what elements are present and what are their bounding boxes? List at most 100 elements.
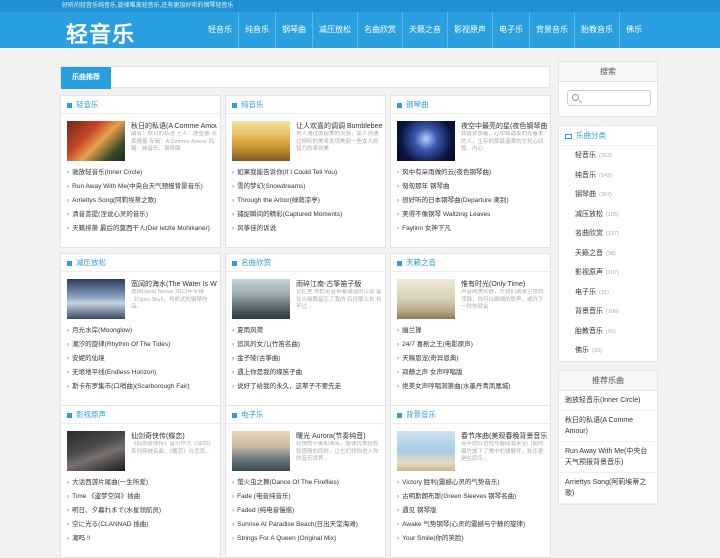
nav-item[interactable]: 轻音乐 (202, 12, 238, 48)
song-link[interactable]: 驰放轻音乐(Inner Circle) (67, 166, 217, 180)
song-link[interactable]: 天赐恩宠(奇异恩典) (397, 352, 547, 366)
card-title-text[interactable]: 轻音乐 (76, 100, 99, 109)
song-link[interactable]: 金子陵(古筝曲) (232, 352, 382, 366)
song-link[interactable]: 24/7 喜剧之王(电影原声) (397, 338, 547, 352)
card-title[interactable]: 纯音乐 (226, 96, 385, 114)
featured-thumbnail[interactable] (397, 279, 455, 319)
category-link[interactable]: 背景音乐 (106) (559, 302, 657, 322)
card-title-text[interactable]: 电子乐 (241, 410, 264, 419)
category-link[interactable]: 名曲欣赏 (137) (559, 224, 657, 244)
nav-item[interactable]: 减压放松 (312, 12, 357, 48)
featured-thumbnail[interactable] (67, 279, 125, 319)
song-link[interactable]: Faylinn 女神下凡 (397, 222, 547, 236)
card-title[interactable]: 钢琴曲 (391, 96, 550, 114)
featured-thumbnail[interactable] (67, 431, 125, 471)
card-title[interactable]: 背景音乐 (391, 406, 550, 424)
song-link[interactable]: 大话西游片尾曲(一生所爱) (67, 476, 217, 490)
featured-item[interactable]: 夜空中最亮的星(夜色钢琴曲) 我曾梦想着，心中那涌现的光着发的人，生存的那最温柔的… (397, 121, 547, 163)
song-link[interactable]: 绝美女声哼唱洞箫曲(水墨丹青凤凰城) (397, 380, 547, 394)
song-link[interactable]: 安妮的仙境 (67, 352, 217, 366)
category-name[interactable]: 轻音乐 (575, 152, 596, 159)
featured-item[interactable]: 秋日的私语(A Comme Amour) 曲名：秋日的私语 艺人：理查德·克莱德曼… (67, 121, 217, 163)
nav-item[interactable]: 名曲欣赏 (357, 12, 402, 48)
song-link[interactable]: 说好了给我的永久，这辈子不要先走 (232, 380, 382, 394)
featured-thumbnail[interactable] (67, 121, 125, 161)
category-name[interactable]: 电子乐 (575, 289, 596, 296)
song-link[interactable]: 无垠地平线(Endless Horizon) (67, 366, 217, 380)
card-title[interactable]: 电子乐 (226, 406, 385, 424)
song-link[interactable]: Strings For A Queen (Original Mix) (232, 532, 382, 546)
category-name[interactable]: 天籁之音 (575, 250, 603, 257)
featured-item[interactable]: 曙光 Aurora(节奏纯音) 轻快的节奏和清亮，旋律优美轻松和感情的同时，让它们… (232, 431, 382, 473)
category-link[interactable]: 电子乐 (31) (559, 283, 657, 303)
recommended-link[interactable]: 秋日的私语(A Comme Amour) (559, 411, 657, 442)
song-link[interactable]: 斯卡布罗集市(口哨曲)(Scarborough Fair) (67, 380, 217, 394)
card-title-text[interactable]: 减压放松 (76, 258, 106, 267)
card-title-text[interactable]: 影视原声 (76, 410, 106, 419)
card-title-text[interactable]: 纯音乐 (241, 100, 264, 109)
featured-title[interactable]: 让人欢喜的调调 Bumblebee (296, 121, 382, 131)
card-title[interactable]: 名曲欣赏 (226, 254, 385, 272)
card-title-text[interactable]: 名曲欣赏 (241, 258, 271, 267)
song-link[interactable]: Victory 胜利(震撼心灵的气势音乐) (397, 476, 547, 490)
song-link[interactable]: Arriettys Song(阿莉埃蒂之歌) (67, 194, 217, 208)
category-link[interactable]: 影视原声 (107) (559, 263, 657, 283)
category-link[interactable]: 胎教音乐 (56) (559, 322, 657, 342)
song-link[interactable]: 萤火虫之舞(Dance Of The Fireflies) (232, 476, 382, 490)
nav-item[interactable]: 影视原声 (447, 12, 492, 48)
search-input[interactable] (567, 90, 651, 106)
song-link[interactable]: Run Away With Me(中央台天气预报背景音乐) (67, 180, 217, 194)
featured-title[interactable]: 夜空中最亮的星(夜色钢琴曲) (461, 121, 547, 131)
song-link[interactable]: Awake 气势钢琴(心灵的震撼与宁静的旋律) (397, 518, 547, 532)
featured-thumbnail[interactable] (232, 279, 290, 319)
featured-item[interactable]: 让人欢喜的调调 Bumblebee 男人通过发现美的灵感，女人则通过倾听的美来发现… (232, 121, 382, 163)
nav-item[interactable]: 佛乐 (619, 12, 648, 48)
nav-item[interactable]: 背景音乐 (529, 12, 574, 48)
recommended-link[interactable]: Run Away With Me(中央台天气预报背景音乐) (559, 442, 657, 473)
featured-title[interactable]: 宽阔的海水(The Water Is Wide) (131, 279, 217, 289)
featured-item[interactable]: 仙剑奇侠传(蝶恋) 《仙剑奇侠传》音乐作为《仙剑》系列传统名曲，《蝶恋》在恋恋..… (67, 431, 217, 473)
recommended-link[interactable]: 驰放轻音乐(Inner Circle) (559, 391, 657, 411)
featured-item[interactable]: 惟有时光(Only Time) 声音纯美安静，方我们满漾尘世的浮躁，你可以细细的聆… (397, 279, 547, 321)
song-link[interactable]: 天籁排萧 最后的莫西干人(Der letzte Mohikaner) (67, 222, 217, 236)
card-title[interactable]: 减压放松 (61, 254, 220, 272)
card-title-text[interactable]: 背景音乐 (406, 410, 436, 419)
nav-item[interactable]: 胎教音乐 (574, 12, 619, 48)
featured-title[interactable]: 秋日的私语(A Comme Amour) (131, 121, 217, 131)
featured-title[interactable]: 惟有时光(Only Time) (461, 279, 547, 289)
card-title[interactable]: 天籁之音 (391, 254, 550, 272)
card-title-text[interactable]: 钢琴曲 (406, 100, 429, 109)
featured-thumbnail[interactable] (232, 121, 290, 161)
song-link[interactable]: 追风的女儿(竹笛名曲) (232, 338, 382, 352)
nav-item[interactable]: 电子乐 (492, 12, 529, 48)
site-logo[interactable]: 轻音乐 (66, 17, 135, 49)
song-link[interactable]: 潮汐的旋律(Rhythm Of The Tides) (67, 338, 217, 352)
nav-item[interactable]: 天籁之音 (402, 12, 447, 48)
song-link[interactable]: 遇见 钢琴版 (397, 504, 547, 518)
recommended-link[interactable]: Arriettys Song(阿莉埃蒂之歌) (559, 473, 657, 504)
song-link[interactable]: 雪的梦幻(Snowdreams) (232, 180, 382, 194)
song-link[interactable]: 遇上你是我的缘笛子曲 (232, 366, 382, 380)
category-link[interactable]: 钢琴曲 (267) (559, 185, 657, 205)
featured-title[interactable]: 春节序曲(美观春晚背景音乐) (461, 431, 547, 441)
featured-item[interactable]: 雨碎江南-古筝笛子版 记忆里 你的足音带着潮湿的江南 留住义缘飘留忘了我的 石径那… (232, 279, 382, 321)
category-link[interactable]: 减压放松 (105) (559, 205, 657, 225)
song-link[interactable]: 美得不像钢琴 Waltzing Leaves (397, 208, 547, 222)
card-title[interactable]: 影视原声 (61, 406, 220, 424)
category-name[interactable]: 背景音乐 (575, 308, 603, 315)
nav-item[interactable]: 钢琴曲 (275, 12, 312, 48)
card-title-text[interactable]: 天籁之音 (406, 258, 436, 267)
song-link[interactable]: 捕捉瞬间的精彩(Captured Moments) (232, 208, 382, 222)
song-link[interactable]: 很好听的日本钢琴曲(Departure 离别) (397, 194, 547, 208)
song-link[interactable]: 寂静之声 女声哼唱版 (397, 366, 547, 380)
song-link[interactable]: 风中有朵雨做的云(夜色钢琴曲) (397, 166, 547, 180)
song-link[interactable]: Fade (电音纯音乐) (232, 490, 382, 504)
recommend-tab[interactable]: 乐曲推荐 (61, 67, 111, 89)
song-link[interactable]: Your Smile(你的笑脸) (397, 532, 547, 546)
nav-item[interactable]: 纯音乐 (238, 12, 275, 48)
song-link[interactable]: 如果我能告诉你(If I Could Tell You) (232, 166, 382, 180)
category-link[interactable]: 天籁之音 (38) (559, 244, 657, 264)
song-link[interactable]: 明日、夕暮れまで(水星领航员) (67, 504, 217, 518)
song-link[interactable]: 匆匆那年 钢琴曲 (397, 180, 547, 194)
category-link[interactable]: 佛乐 (33) (559, 341, 657, 361)
